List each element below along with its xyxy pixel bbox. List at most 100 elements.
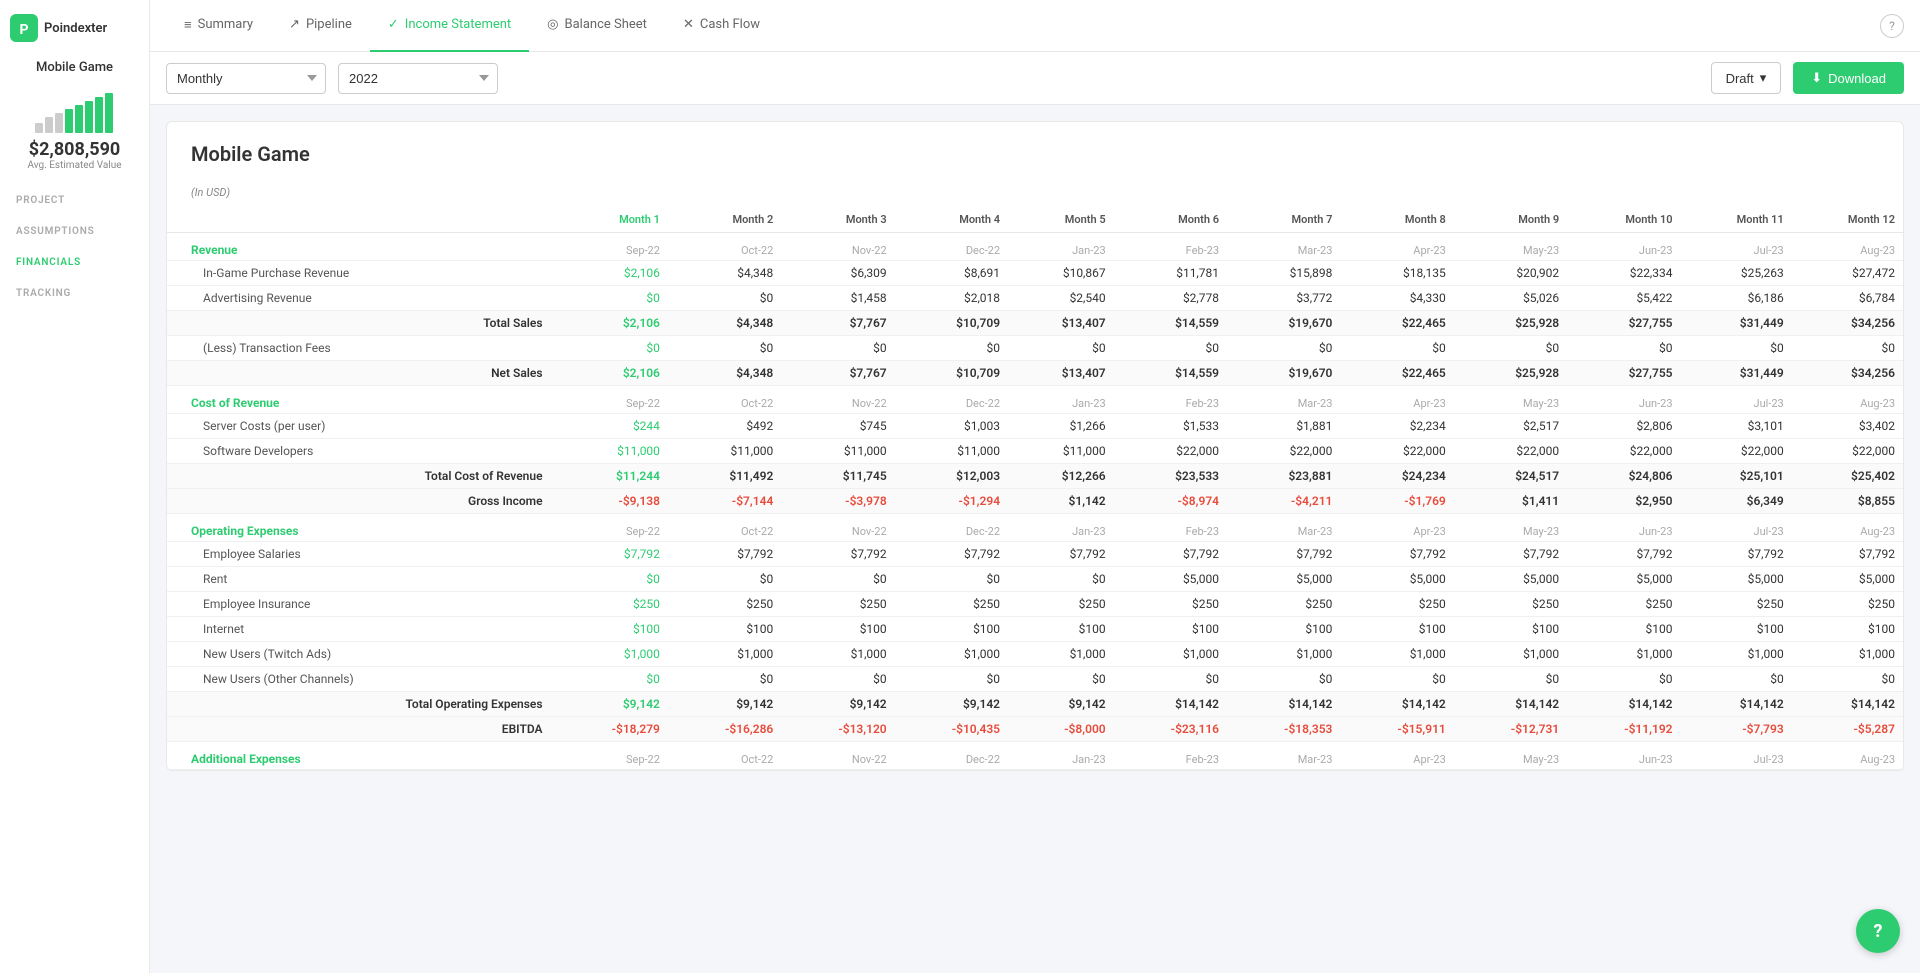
row-label: Advertising Revenue — [167, 286, 555, 311]
sidebar-chart — [35, 93, 115, 133]
sidebar: P Poindexter Mobile Game $2,808,590 Avg.… — [0, 0, 150, 973]
row-label: In-Game Purchase Revenue — [167, 261, 555, 286]
section-header-month-11: Jul-23 — [1681, 386, 1792, 414]
row-value-1: $7,792 — [555, 542, 668, 567]
row-label: Software Developers — [167, 439, 555, 464]
row-value-5: $0 — [1008, 667, 1114, 692]
section-header-month-9: May-23 — [1454, 514, 1567, 542]
total-row-value-3: $7,767 — [781, 311, 894, 336]
total-row-value-10: $14,142 — [1567, 692, 1680, 717]
total-row-value-12: $8,855 — [1792, 489, 1903, 514]
tab-balance-sheet[interactable]: ◎ Balance Sheet — [529, 0, 665, 52]
row-value-7: $100 — [1227, 617, 1340, 642]
row-value-3: $6,309 — [781, 261, 894, 286]
row-value-6: $1,533 — [1114, 414, 1227, 439]
balance-icon: ◎ — [547, 17, 558, 32]
row-value-11: $7,792 — [1681, 542, 1792, 567]
pipeline-icon: ↗ — [289, 17, 300, 32]
row-value-6: $250 — [1114, 592, 1227, 617]
total-row-value-11: $25,101 — [1681, 464, 1792, 489]
section-header-month-9: May-23 — [1454, 386, 1567, 414]
row-value-12: $0 — [1792, 667, 1903, 692]
fab-help-button[interactable]: ? — [1856, 909, 1900, 953]
row-value-2: $0 — [668, 286, 781, 311]
row-value-12: $6,784 — [1792, 286, 1903, 311]
row-value-10: $22,334 — [1567, 261, 1680, 286]
download-icon: ⬇ — [1811, 70, 1822, 86]
total-row-value-1: $11,244 — [555, 464, 668, 489]
row-value-10: $2,806 — [1567, 414, 1680, 439]
total-row-label: Total Cost of Revenue — [167, 464, 555, 489]
section-header-month-7: Mar-23 — [1227, 514, 1340, 542]
toolbar: Monthly Quarterly Annually 2022 2023 202… — [150, 52, 1920, 105]
row-value-6: $11,781 — [1114, 261, 1227, 286]
row-value-12: $22,000 — [1792, 439, 1903, 464]
help-button[interactable]: ? — [1880, 14, 1904, 38]
col-month-9: Month 9 — [1454, 207, 1567, 233]
download-button[interactable]: ⬇ Download — [1793, 62, 1904, 94]
row-value-12: $3,402 — [1792, 414, 1903, 439]
col-month-3: Month 3 — [781, 207, 894, 233]
section-header-label: Additional Expenses — [167, 742, 555, 770]
total-row-value-10: $27,755 — [1567, 311, 1680, 336]
row-value-11: $5,000 — [1681, 567, 1792, 592]
sidebar-item-project[interactable]: PROJECT — [0, 185, 149, 216]
tab-income-statement[interactable]: ✓ Income Statement — [370, 0, 529, 52]
sidebar-item-assumptions[interactable]: ASSUMPTIONS — [0, 216, 149, 247]
total-row-value-4: $10,709 — [895, 361, 1008, 386]
row-value-4: $8,691 — [895, 261, 1008, 286]
total-row-value-5: $13,407 — [1008, 361, 1114, 386]
total-row-value-2: -$7,144 — [668, 489, 781, 514]
total-row-value-10: $27,755 — [1567, 361, 1680, 386]
row-value-2: $4,348 — [668, 261, 781, 286]
row-value-6: $7,792 — [1114, 542, 1227, 567]
section-header-month-4: Dec-22 — [895, 514, 1008, 542]
section-header-month-10: Jun-23 — [1567, 386, 1680, 414]
row-value-10: $22,000 — [1567, 439, 1680, 464]
section-header-month-6: Feb-23 — [1114, 742, 1227, 770]
total-row-value-4: -$1,294 — [895, 489, 1008, 514]
row-label: (Less) Transaction Fees — [167, 336, 555, 361]
row-value-8: $18,135 — [1340, 261, 1453, 286]
income-icon: ✓ — [388, 17, 399, 32]
unit-label: (In USD) — [167, 182, 1903, 207]
total-row-value-5: $13,407 — [1008, 311, 1114, 336]
row-value-4: $250 — [895, 592, 1008, 617]
draft-button[interactable]: Draft ▾ — [1711, 62, 1782, 94]
sidebar-item-tracking[interactable]: TRACKING — [0, 278, 149, 309]
row-value-12: $7,792 — [1792, 542, 1903, 567]
row-value-3: $745 — [781, 414, 894, 439]
row-label: Employee Insurance — [167, 592, 555, 617]
row-label: New Users (Twitch Ads) — [167, 642, 555, 667]
total-row-value-4: -$10,435 — [895, 717, 1008, 742]
total-row-value-2: $4,348 — [668, 311, 781, 336]
section-header-month-11: Jul-23 — [1681, 233, 1792, 261]
tab-pipeline[interactable]: ↗ Pipeline — [271, 0, 370, 52]
tab-summary[interactable]: ≡ Summary — [166, 0, 271, 52]
section-header-month-12: Aug-23 — [1792, 514, 1903, 542]
year-select[interactable]: 2022 2023 2024 — [338, 63, 498, 94]
total-row-value-6: $23,533 — [1114, 464, 1227, 489]
row-value-12: $1,000 — [1792, 642, 1903, 667]
row-value-11: $22,000 — [1681, 439, 1792, 464]
row-value-4: $0 — [895, 336, 1008, 361]
col-month-6: Month 6 — [1114, 207, 1227, 233]
section-header-month-10: Jun-23 — [1567, 233, 1680, 261]
total-row-value-3: -$3,978 — [781, 489, 894, 514]
draft-chevron-icon: ▾ — [1760, 70, 1767, 86]
row-value-10: $0 — [1567, 667, 1680, 692]
col-month-1: Month 1 — [555, 207, 668, 233]
col-month-7: Month 7 — [1227, 207, 1340, 233]
total-row-value-1: $9,142 — [555, 692, 668, 717]
row-value-4: $0 — [895, 567, 1008, 592]
col-month-12: Month 12 — [1792, 207, 1903, 233]
total-row-value-6: $14,559 — [1114, 311, 1227, 336]
sidebar-item-financials[interactable]: FINANCIALS — [0, 247, 149, 278]
col-month-2: Month 2 — [668, 207, 781, 233]
row-value-5: $7,792 — [1008, 542, 1114, 567]
row-value-3: $1,458 — [781, 286, 894, 311]
tab-cash-flow[interactable]: ✕ Cash Flow — [665, 0, 778, 52]
cashflow-icon: ✕ — [683, 17, 694, 32]
tab-balance-label: Balance Sheet — [565, 17, 647, 32]
period-select[interactable]: Monthly Quarterly Annually — [166, 63, 326, 94]
